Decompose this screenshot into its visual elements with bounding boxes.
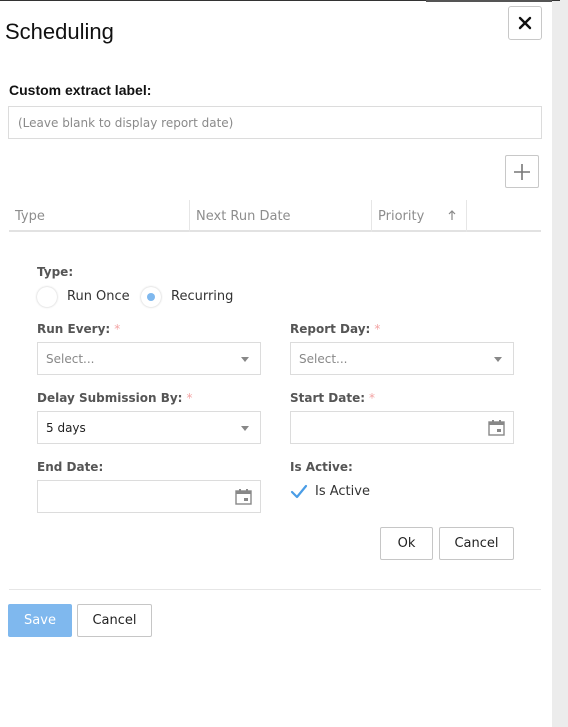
- required-marker: *: [186, 391, 193, 405]
- type-label: Type:: [37, 265, 74, 279]
- delay-submission-label: Delay Submission By: *: [37, 391, 192, 405]
- radio-run-once-label[interactable]: Run Once: [67, 289, 130, 304]
- report-day-placeholder: Select...: [299, 351, 348, 366]
- chevron-down-icon: [241, 426, 249, 431]
- footer-divider: [9, 589, 541, 590]
- run-every-placeholder: Select...: [46, 351, 95, 366]
- report-day-label-text: Report Day:: [290, 322, 371, 336]
- run-every-label-text: Run Every:: [37, 322, 111, 336]
- column-header-next-run-date[interactable]: Next Run Date: [190, 200, 372, 232]
- cancel-button[interactable]: Cancel: [77, 604, 152, 637]
- end-date-label: End Date:: [37, 460, 104, 474]
- calendar-icon[interactable]: [235, 489, 252, 505]
- is-active-checkbox[interactable]: [290, 483, 308, 501]
- is-active-checkbox-label[interactable]: Is Active: [315, 484, 370, 499]
- plus-icon: [514, 163, 530, 180]
- arrow-up-icon: [448, 210, 456, 220]
- end-date-input[interactable]: [37, 480, 261, 513]
- column-next-run-date-label: Next Run Date: [196, 208, 291, 224]
- required-marker: *: [374, 322, 381, 336]
- custom-extract-placeholder: (Leave blank to display report date): [18, 115, 234, 130]
- delay-submission-value: 5 days: [46, 420, 86, 435]
- column-type-label: Type: [15, 208, 45, 224]
- start-date-input[interactable]: [290, 411, 514, 444]
- dialog-title: Scheduling: [5, 19, 114, 44]
- background-strip: [552, 0, 568, 727]
- schedule-grid-header: Type Next Run Date Priority: [9, 200, 541, 232]
- close-icon: [518, 16, 532, 30]
- chevron-down-icon: [241, 357, 249, 362]
- ok-button[interactable]: Ok: [380, 527, 433, 560]
- run-every-label: Run Every: *: [37, 322, 120, 336]
- radio-selected-dot: [147, 293, 155, 301]
- radio-recurring[interactable]: [141, 287, 161, 307]
- column-header-priority[interactable]: Priority: [372, 200, 467, 232]
- report-day-label: Report Day: *: [290, 322, 380, 336]
- close-button[interactable]: [508, 6, 542, 40]
- custom-extract-input[interactable]: (Leave blank to display report date): [8, 106, 542, 139]
- column-priority-label: Priority: [378, 208, 425, 224]
- is-active-label: Is Active:: [290, 460, 353, 474]
- required-marker: *: [114, 322, 121, 336]
- radio-run-once[interactable]: [37, 287, 57, 307]
- delay-submission-label-text: Delay Submission By:: [37, 391, 183, 405]
- add-schedule-button[interactable]: [505, 155, 539, 188]
- save-button[interactable]: Save: [8, 604, 72, 637]
- column-header-type[interactable]: Type: [9, 200, 190, 232]
- start-date-label-text: Start Date:: [290, 391, 366, 405]
- required-marker: *: [369, 391, 376, 405]
- column-header-extra: [467, 200, 541, 232]
- radio-recurring-label[interactable]: Recurring: [171, 289, 233, 304]
- delay-submission-select[interactable]: 5 days: [37, 411, 261, 444]
- run-every-select[interactable]: Select...: [37, 342, 261, 375]
- custom-extract-label: Custom extract label:: [9, 82, 152, 98]
- start-date-label: Start Date: *: [290, 391, 375, 405]
- checkmark-icon: [290, 484, 308, 499]
- report-day-select[interactable]: Select...: [290, 342, 514, 375]
- top-border-accent: [426, 0, 552, 2]
- form-cancel-button[interactable]: Cancel: [439, 527, 514, 560]
- chevron-down-icon: [494, 357, 502, 362]
- calendar-icon[interactable]: [488, 420, 505, 436]
